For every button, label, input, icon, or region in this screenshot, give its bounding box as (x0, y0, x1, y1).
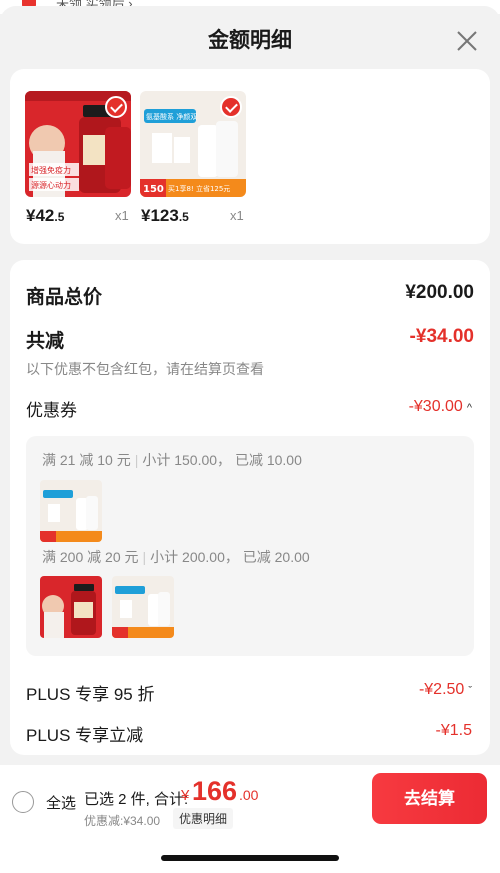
plus-discount-value: -¥2.50 (418, 681, 465, 698)
select-all-radio-icon[interactable] (12, 791, 34, 813)
reduce-label: 共减 (26, 331, 65, 352)
select-all-label[interactable]: 全选 (46, 792, 76, 813)
total-amount-int: 166 (192, 776, 238, 806)
check-badge-icon (105, 96, 127, 118)
plus-reduce-value: -¥1.5 (435, 722, 472, 739)
product-image-text: 150 (143, 184, 164, 195)
product-qty: x1 (115, 208, 129, 223)
product-qty: x1 (230, 208, 244, 223)
selected-summary: 已选 2 件, 合计: (84, 791, 189, 808)
discount-detail-link[interactable]: 优惠明细 (173, 808, 234, 829)
coupon-value: -¥30.00 (408, 398, 463, 415)
product-item[interactable]: 氨基酸系 净颜双 150 买1享8! 立省125元 ¥123.5 x1 (140, 91, 250, 225)
total-value: ¥200.00 (405, 282, 474, 303)
reduce-value: -¥34.00 (409, 326, 474, 347)
plus-discount-toggle[interactable]: -¥2.50 ˇ (419, 681, 472, 699)
coupon-subtotal: 小计 150.00， 已减 10.00 (142, 452, 302, 468)
total-currency: ¥ (181, 787, 190, 804)
coupon-rule: 满 21 减 10 元 (42, 452, 131, 468)
chevron-up-icon: ^ (466, 402, 472, 414)
close-icon[interactable] (452, 26, 482, 56)
product-image-text: 氨基酸系 净颜双 (146, 112, 197, 121)
total-label: 商品总价 (26, 287, 103, 308)
coupon-subtotal: 小计 200.00， 已减 20.00 (150, 549, 310, 565)
coupon-group-line: 满 21 减 10 元 | 小计 150.00， 已减 10.00 (42, 450, 302, 470)
checkout-button[interactable]: 去结算 (372, 773, 487, 824)
coupon-group-line: 满 200 减 20 元 | 小计 200.00， 已减 20.00 (42, 547, 310, 567)
coupon-label: 优惠券 (26, 401, 77, 420)
coupon-product-thumb (40, 480, 102, 542)
product-price: ¥42.5 (26, 206, 65, 225)
total-amount-dec: .00 (239, 787, 259, 803)
product-image-skincare: 氨基酸系 净颜双 150 买1享8! 立省125元 (140, 91, 246, 197)
product-image-supplement: 增强免疫力 源源心动力 (25, 91, 131, 197)
coupon-toggle[interactable]: -¥30.00 ^ (409, 398, 472, 416)
plus-discount-label: PLUS 专享 95 折 (26, 685, 155, 704)
discount-note: 优惠减:¥34.00 (84, 814, 161, 828)
divider: | (142, 549, 147, 565)
selected-products-card: 增强免疫力 源源心动力 ¥42.5 x1 氨基酸系 净颜双 150 买1享8! … (10, 69, 490, 244)
divider: | (134, 452, 139, 468)
plus-reduce-label: PLUS 专享立减 (26, 726, 144, 745)
coupon-breakdown-box: 满 21 减 10 元 | 小计 150.00， 已减 10.00 满 200 减 … (26, 436, 474, 656)
reduce-note: 以下优惠不包含红包，请在结算页查看 (26, 361, 264, 377)
product-image-text: 买1享8! 立省125元 (168, 184, 230, 193)
home-indicator (161, 855, 339, 861)
product-image-text: 增强免疫力 (31, 165, 71, 175)
product-image-text: 源源心动力 (31, 180, 71, 190)
chevron-down-icon: ˇ (468, 685, 472, 697)
product-item[interactable]: 增强免疫力 源源心动力 ¥42.5 x1 (25, 91, 135, 225)
price-breakdown-card: 商品总价 ¥200.00 共减 -¥34.00 以下优惠不包含红包，请在结算页查… (10, 260, 490, 755)
product-price: ¥123.5 (141, 206, 189, 225)
amount-detail-sheet: 金额明细 增强免疫力 源源心动力 ¥42.5 x1 氨基酸系 净颜双 150 买… (0, 6, 500, 873)
coupon-rule: 满 200 减 20 元 (42, 549, 139, 565)
coupon-product-thumb (40, 576, 102, 638)
sheet-title: 金额明细 (208, 29, 292, 52)
coupon-product-thumb (112, 576, 174, 638)
check-badge-icon (220, 96, 242, 118)
